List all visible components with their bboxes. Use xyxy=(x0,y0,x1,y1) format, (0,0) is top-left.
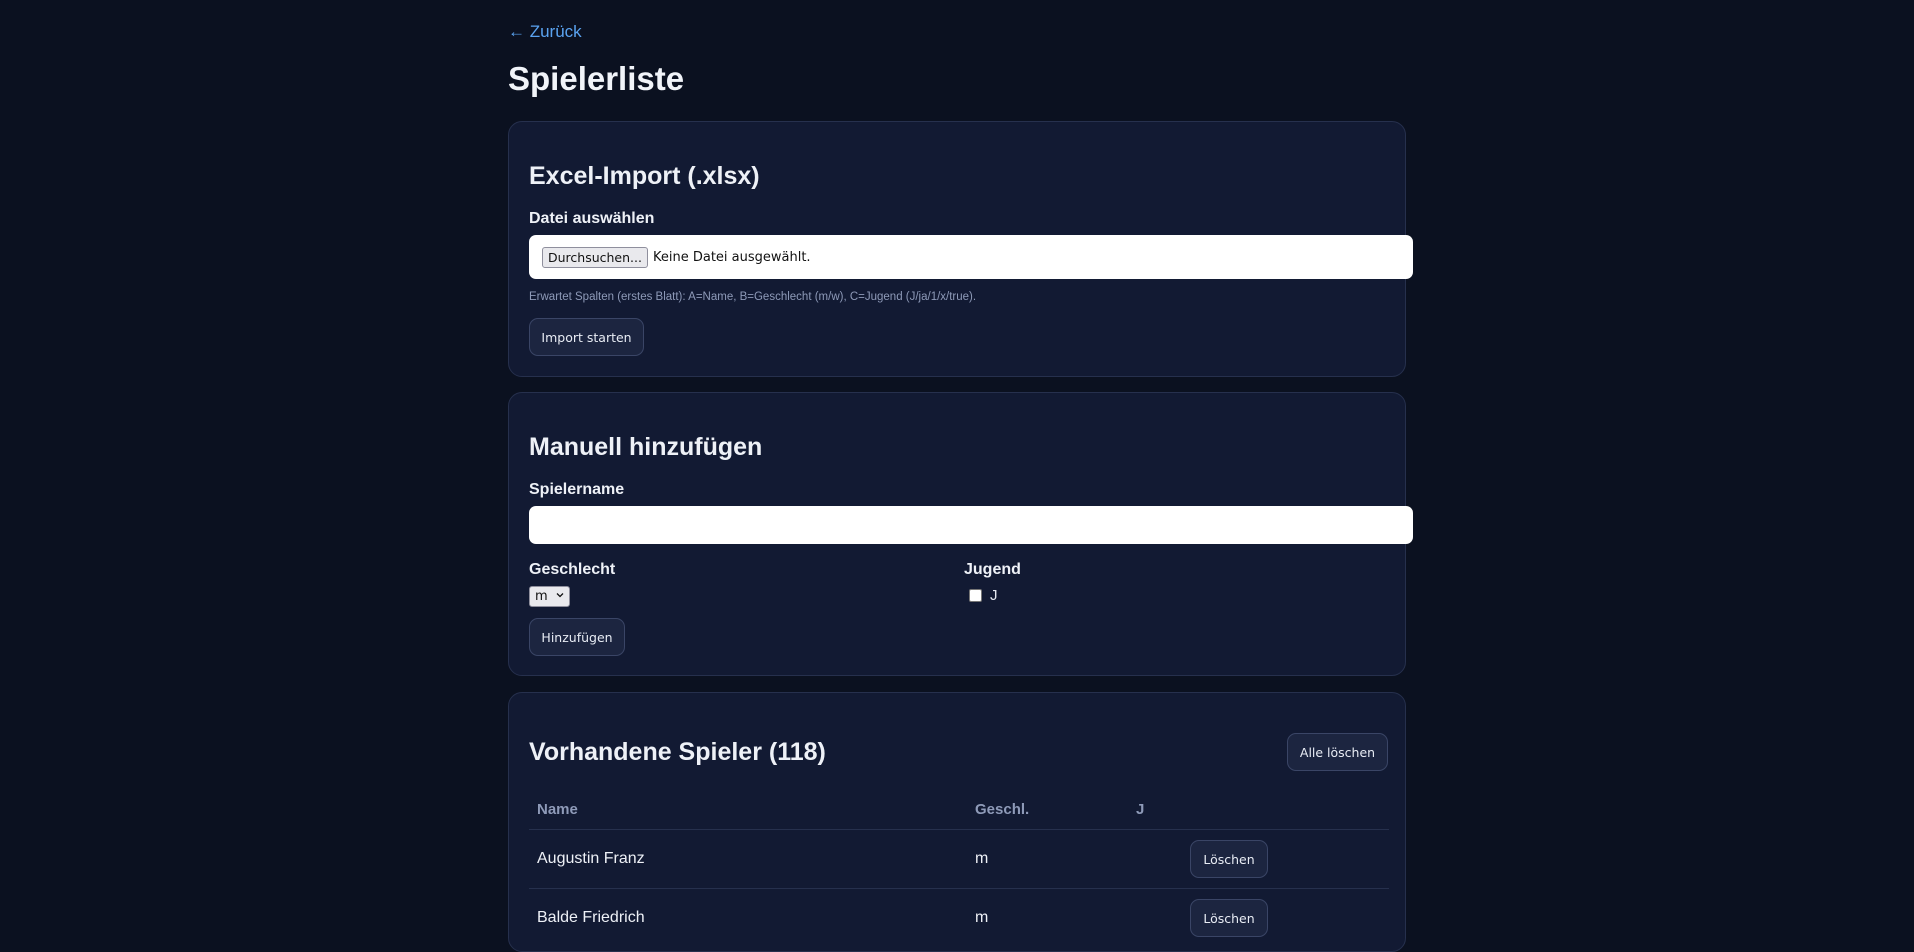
file-input[interactable]: Durchsuchen... Keine Datei ausgewählt. xyxy=(529,235,1413,279)
back-link[interactable]: ← Zurück xyxy=(508,22,582,42)
youth-checkbox-label: J xyxy=(990,587,998,604)
player-name: Augustin Franz xyxy=(537,850,645,867)
row-divider xyxy=(529,888,1389,889)
youth-label: Jugend xyxy=(964,561,1021,578)
file-select-label: Datei auswählen xyxy=(529,210,655,227)
players-card: Vorhandene Spieler (118) Alle löschen Na… xyxy=(508,692,1406,952)
browse-button[interactable]: Durchsuchen... xyxy=(542,246,648,268)
add-player-button[interactable]: Hinzufügen xyxy=(529,618,625,656)
page-title: Spielerliste xyxy=(508,60,685,97)
player-gender: m xyxy=(975,850,989,867)
column-header-gender: Geschl. xyxy=(975,801,1030,818)
gender-select-value: m xyxy=(535,589,548,604)
gender-select[interactable]: m xyxy=(529,586,570,607)
import-hint: Erwartet Spalten (erstes Blatt): A=Name,… xyxy=(529,291,977,303)
manual-add-card: Manuell hinzufügen Spielername Geschlech… xyxy=(508,392,1413,676)
column-header-youth: J xyxy=(1136,801,1145,818)
players-heading: Vorhandene Spieler (118) xyxy=(529,738,826,766)
delete-all-button[interactable]: Alle löschen xyxy=(1287,733,1388,771)
gender-label: Geschlecht xyxy=(529,561,616,578)
player-name-input[interactable] xyxy=(529,506,1413,544)
delete-player-button[interactable]: Löschen xyxy=(1190,840,1268,878)
youth-checkbox[interactable] xyxy=(969,589,982,602)
column-header-name: Name xyxy=(537,801,578,818)
manual-add-heading: Manuell hinzufügen xyxy=(529,433,763,461)
player-gender: m xyxy=(975,909,989,926)
excel-import-heading: Excel-Import (.xlsx) xyxy=(529,162,760,190)
no-file-text: Keine Datei ausgewählt. xyxy=(652,249,811,265)
player-name-label: Spielername xyxy=(529,481,625,498)
player-name: Balde Friedrich xyxy=(537,909,645,926)
header-divider xyxy=(529,829,1389,830)
import-start-button[interactable]: Import starten xyxy=(529,318,644,356)
chevron-down-icon xyxy=(556,593,564,598)
delete-player-button[interactable]: Löschen xyxy=(1190,899,1268,937)
excel-import-card: Excel-Import (.xlsx) Datei auswählen Dur… xyxy=(508,121,1413,377)
